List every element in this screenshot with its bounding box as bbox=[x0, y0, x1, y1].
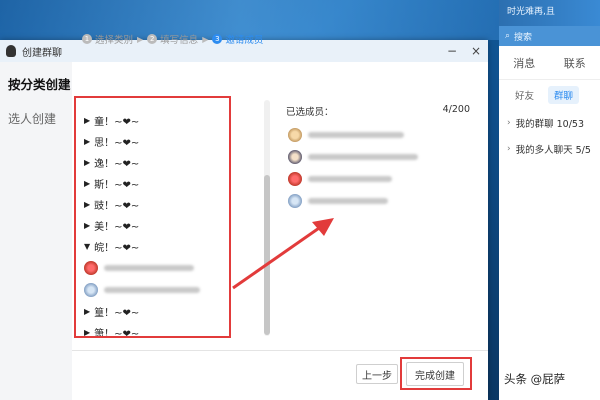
search-placeholder: 搜索 bbox=[514, 32, 533, 43]
step-label: 邀请成员 bbox=[225, 35, 264, 46]
blurred-member-name bbox=[308, 176, 392, 182]
blurred-member-name bbox=[308, 132, 404, 138]
avatar bbox=[288, 194, 302, 208]
create-mode-nav: 按分类创建 选人创建 bbox=[0, 62, 72, 400]
nav-category-create[interactable]: 按分类创建 bbox=[8, 74, 71, 93]
step-2: 2 填写信息 ▶ bbox=[147, 32, 208, 46]
step-separator-icon: ▶ bbox=[137, 34, 144, 44]
step-1: 1 选择类别 ▶ bbox=[82, 32, 143, 46]
step-label: 填写信息 bbox=[160, 35, 199, 46]
selected-member[interactable] bbox=[282, 124, 474, 146]
blurred-member-name bbox=[308, 154, 418, 160]
nav-pick-create[interactable]: 选人创建 bbox=[8, 110, 56, 127]
selected-member[interactable] bbox=[282, 168, 474, 190]
watermark: 头条 @屁萨 bbox=[504, 372, 566, 386]
minimize-button[interactable]: − bbox=[440, 44, 464, 58]
chevron-right-icon: › bbox=[507, 118, 511, 128]
subtab-groups[interactable]: 群聊 bbox=[548, 86, 580, 104]
tab-contacts[interactable]: 联系 bbox=[550, 55, 600, 71]
step-number: 2 bbox=[147, 34, 158, 44]
highlight-box-finish bbox=[400, 357, 472, 390]
step-number: 3 bbox=[212, 34, 223, 44]
qq-main-panel: 时光难再,且 ⌕ 搜索 消息 联系 好友 群聊 › 我的群聊 10/53 › 我… bbox=[499, 0, 600, 400]
selected-member[interactable] bbox=[282, 190, 474, 212]
group-category-multichat[interactable]: › 我的多人聊天 5/5 bbox=[499, 136, 600, 162]
footer-divider bbox=[72, 350, 488, 351]
step-label: 选择类别 bbox=[95, 35, 134, 46]
group-category-my-groups[interactable]: › 我的群聊 10/53 bbox=[499, 110, 600, 136]
main-tabs: 消息 联系 bbox=[499, 46, 600, 80]
step-3-active: 3 邀请成员 bbox=[212, 32, 263, 46]
selected-members-panel: 已选成员： 4/200 bbox=[282, 100, 474, 340]
signature-text: 时光难再,且 bbox=[499, 0, 600, 26]
highlight-box-list bbox=[74, 96, 231, 338]
close-button[interactable]: × bbox=[464, 44, 488, 58]
list-scrollbar-thumb[interactable] bbox=[264, 175, 270, 335]
qq-penguin-icon bbox=[6, 45, 16, 57]
selected-count: 4/200 bbox=[442, 104, 470, 115]
avatar bbox=[288, 150, 302, 164]
step-indicator: 1 选择类别 ▶ 2 填写信息 ▶ 3 邀请成员 bbox=[82, 32, 267, 46]
avatar bbox=[288, 172, 302, 186]
avatar bbox=[288, 128, 302, 142]
selected-member[interactable] bbox=[282, 146, 474, 168]
chevron-right-icon: › bbox=[507, 144, 511, 154]
step-number: 1 bbox=[82, 34, 92, 44]
tab-messages[interactable]: 消息 bbox=[499, 55, 550, 71]
search-icon: ⌕ bbox=[505, 31, 511, 41]
category-label: 我的多人聊天 5/5 bbox=[515, 145, 591, 156]
subtab-friends[interactable]: 好友 bbox=[515, 88, 534, 102]
category-label: 我的群聊 10/53 bbox=[515, 119, 585, 130]
selected-header: 已选成员： 4/200 bbox=[282, 100, 474, 124]
blurred-member-name bbox=[308, 198, 388, 204]
step-separator-icon: ▶ bbox=[202, 34, 209, 44]
prev-step-button[interactable]: 上一步 bbox=[356, 364, 398, 384]
contact-subtabs: 好友 群聊 bbox=[499, 80, 600, 110]
selected-label: 已选成员： bbox=[286, 107, 334, 118]
search-box[interactable]: ⌕ 搜索 bbox=[499, 26, 600, 46]
